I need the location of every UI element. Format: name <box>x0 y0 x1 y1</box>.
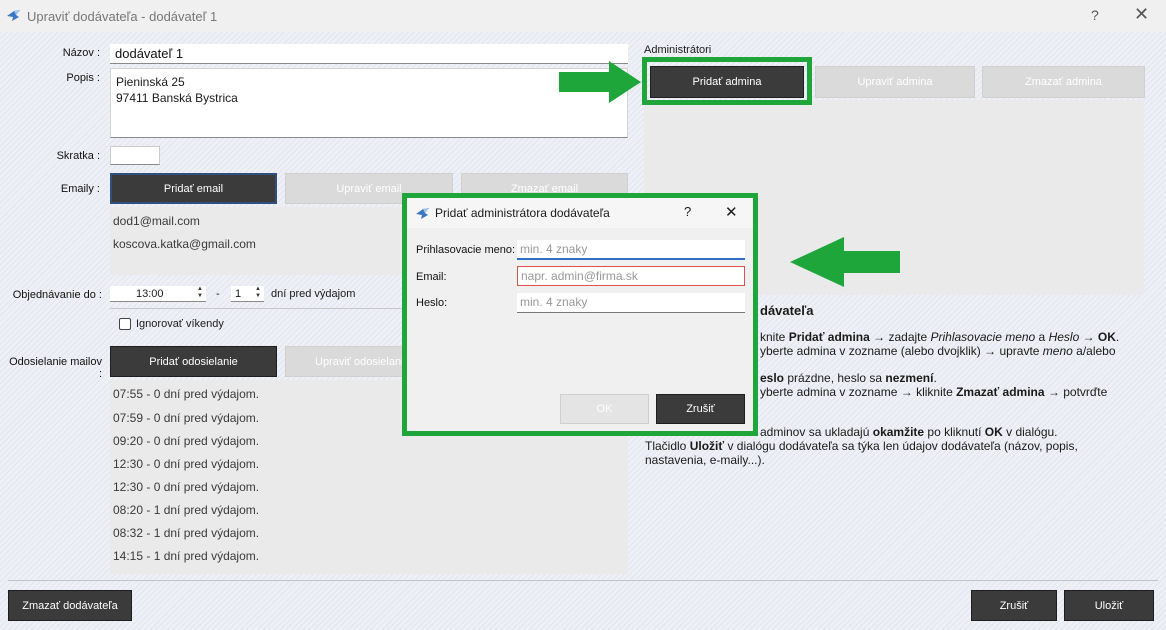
abbreviation-label: Skratka : <box>56 150 100 162</box>
administrators-title: Administrátori <box>644 44 712 56</box>
help-line: knite Pridať admina → zadajte Prihlasova… <box>760 330 1120 344</box>
help-line: Tlačidlo Uložiť v dialógu dodávateľa sa … <box>645 439 1078 453</box>
edit-sending-button[interactable]: Upraviť odosielanie <box>285 346 403 377</box>
description-label: Popis : <box>66 72 100 84</box>
close-icon[interactable]: ✕ <box>1134 4 1149 25</box>
dialog-close-icon[interactable]: ✕ <box>725 203 738 221</box>
list-item[interactable]: 12:30 - 0 dní pred výdajom. <box>113 480 259 494</box>
list-item[interactable]: 14:15 - 1 dní pred výdajom. <box>113 549 259 563</box>
dialog-cancel-button[interactable]: Zrušiť <box>656 394 745 424</box>
edit-admin-button[interactable]: Upraviť admina <box>815 66 975 98</box>
order-dash: - <box>216 288 220 300</box>
order-days-spinner[interactable]: 1 ▲ ▼ <box>231 286 264 302</box>
list-item[interactable]: 07:59 - 0 dní pred výdajom. <box>113 411 259 425</box>
help-line: yberte admina v zozname (alebo dvojklik)… <box>760 344 1116 358</box>
password-label: Heslo: <box>416 297 448 309</box>
dialog-help-icon[interactable]: ? <box>684 204 691 219</box>
list-item[interactable]: koscova.katka@gmail.com <box>113 237 256 251</box>
dialog-title: Pridať administrátora dodávateľa <box>435 206 610 220</box>
spinner-arrows-icon[interactable]: ▲ ▼ <box>194 286 206 301</box>
ignore-weekends-label: Ignorovať víkendy <box>136 318 224 330</box>
ok-button[interactable]: OK <box>560 394 649 424</box>
list-item[interactable]: 12:30 - 0 dní pred výdajom. <box>113 457 259 471</box>
order-time-value: 13:00 <box>136 287 164 300</box>
save-button[interactable]: Uložiť <box>1064 590 1154 621</box>
list-item[interactable]: dod1@mail.com <box>113 214 200 228</box>
order-days-value: 1 <box>235 287 242 300</box>
app-icon <box>7 10 20 21</box>
order-until-label: Objednávanie do : <box>12 289 102 301</box>
login-input[interactable]: min. 4 znaky <box>517 240 745 260</box>
delete-supplier-button[interactable]: Zmazať dodávateľa <box>8 590 132 621</box>
delete-admin-button[interactable]: Zmazať admina <box>982 66 1145 98</box>
email-label: Email: <box>416 271 447 283</box>
order-time-spinner[interactable]: 13:00 ▲ ▼ <box>110 286 206 302</box>
add-email-button[interactable]: Pridať email <box>110 173 277 204</box>
emails-label: Emaily : <box>60 183 100 195</box>
add-admin-dialog: Pridať administrátora dodávateľa ? ✕ Pri… <box>407 198 753 431</box>
order-days-suffix: dní pred výdajom <box>271 288 356 300</box>
footer-divider <box>8 580 1158 581</box>
password-input[interactable]: min. 4 znaky <box>517 293 745 313</box>
arrow-left-icon <box>790 237 900 287</box>
sending-label: Odosielanie mailov : <box>9 356 102 380</box>
list-item[interactable]: 07:55 - 0 dní pred výdajom. <box>113 387 259 401</box>
spinner-arrows-icon[interactable]: ▲ ▼ <box>252 286 264 301</box>
abbreviation-input[interactable] <box>110 146 160 165</box>
name-label: Názov : <box>62 47 100 59</box>
cancel-button[interactable]: Zrušiť <box>971 590 1057 621</box>
help-line: adminov sa ukladajú okamžite po kliknutí… <box>760 425 1058 439</box>
window-title: Upraviť dodávateľa - dodávateľ 1 <box>27 9 218 24</box>
login-label: Prihlasovacie meno: <box>416 244 516 256</box>
list-item[interactable]: 08:20 - 1 dní pred výdajom. <box>113 503 259 517</box>
description-line: 97411 Banská Bystrica <box>116 91 238 105</box>
ignore-weekends-checkbox[interactable] <box>119 318 131 330</box>
email-input[interactable]: napr. admin@firma.sk <box>517 266 745 286</box>
help-line: nastavenia, e-maily...). <box>645 453 765 467</box>
help-line: eslo prázdne, heslo sa nezmení. <box>760 371 937 385</box>
list-item[interactable]: 08:32 - 1 dní pred výdajom. <box>113 526 259 540</box>
app-icon <box>416 208 429 219</box>
divider <box>110 308 410 309</box>
description-line: Pieninská 25 <box>116 75 185 89</box>
name-input[interactable]: dodávateľ 1 <box>110 44 628 64</box>
help-heading: dávateľa <box>760 303 814 318</box>
description-textarea[interactable]: Pieninská 25 97411 Banská Bystrica <box>110 68 628 138</box>
help-line: yberte admina v zozname → kliknite Zmaza… <box>760 385 1108 399</box>
list-item[interactable]: 09:20 - 0 dní pred výdajom. <box>113 434 259 448</box>
arrow-right-icon <box>559 61 641 103</box>
add-sending-button[interactable]: Pridať odosielanie <box>110 346 277 377</box>
help-icon[interactable]: ? <box>1091 7 1099 23</box>
add-admin-button[interactable]: Pridať admina <box>650 66 804 98</box>
